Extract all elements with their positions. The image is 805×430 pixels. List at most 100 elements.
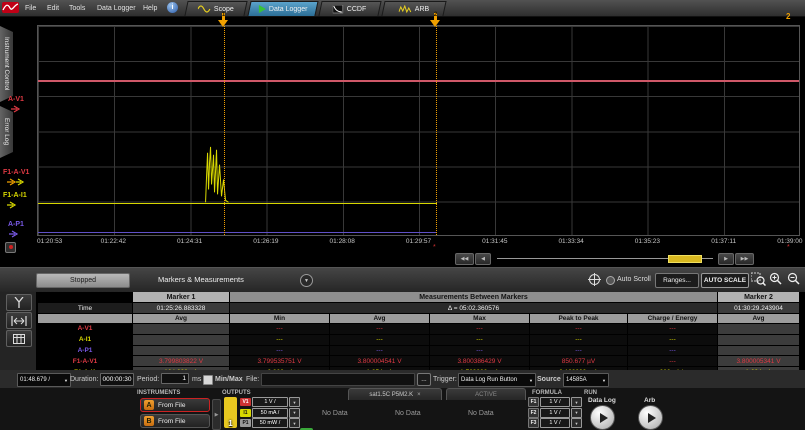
output1-bar[interactable]: 1 — [224, 397, 237, 428]
info-icon[interactable]: i — [167, 2, 178, 13]
run-section-label: RUN — [584, 390, 597, 396]
markers-tool-icon[interactable] — [6, 294, 32, 311]
menu-file[interactable]: File — [22, 0, 39, 16]
marker2-time: 01:30:29.243904 — [718, 303, 800, 313]
markers-delta: Δ = 05:02.360576 — [230, 303, 718, 313]
bottom-panel: INSTRUMENTS OUTPUTS sat1.5C P5M2.K× ACTI… — [0, 388, 805, 430]
tab-ccdf[interactable]: CCDF — [318, 1, 381, 16]
markers-dropdown-button[interactable]: ▼ — [300, 274, 313, 287]
scroll-thumb[interactable] — [668, 255, 702, 263]
period-field[interactable]: 1 — [161, 373, 189, 384]
x-axis: 01:20:53 01:22:42 01:24:31 01:26:19 01:2… — [37, 238, 800, 249]
f2-scale-field[interactable]: 1 V / — [540, 408, 570, 418]
trigger-dropdown[interactable]: Data Log Run Button▼ — [458, 373, 536, 387]
active-tab[interactable]: ACTIVE — [446, 388, 526, 400]
scroll-next-button[interactable]: ▶ — [718, 253, 734, 265]
tab-instrument-control[interactable]: Instrument Control — [0, 26, 13, 102]
i1-scale-field[interactable]: 50 mA / — [252, 408, 288, 418]
scroll-last-button[interactable]: ▶▶ — [735, 253, 754, 265]
app-window: File Edit Tools Data Logger Help i Scope… — [0, 0, 805, 430]
menu-tools[interactable]: Tools — [66, 0, 88, 16]
instrument-b-button[interactable]: B From File — [140, 414, 210, 428]
table-row: A-P1 --- --- --- --- --- — [38, 346, 800, 357]
arb-run-label: Arb — [644, 397, 655, 404]
period-label: Period: — [137, 373, 159, 385]
menu-edit[interactable]: Edit — [44, 0, 62, 16]
menu-help[interactable]: Help — [140, 0, 160, 16]
instrument-a-button[interactable]: A From File — [140, 398, 210, 412]
zoom-out-icon[interactable] — [787, 272, 801, 288]
formula1-row: F1 1 V / ▼ — [528, 397, 582, 407]
trigger-label: Trigger: — [433, 373, 457, 385]
menu-data-logger[interactable]: Data Logger — [94, 0, 139, 16]
file-field[interactable] — [261, 373, 415, 386]
trace-label-a-p1: A-P1 — [8, 221, 24, 228]
tab-data-logger[interactable]: Data Logger — [247, 1, 318, 16]
crosshair-icon[interactable] — [588, 273, 601, 288]
play-icon — [259, 5, 266, 13]
source-dropdown[interactable]: 14585A▼ — [563, 373, 609, 387]
auto-scroll-radio[interactable] — [606, 276, 615, 285]
chevron-down-icon[interactable]: ▼ — [571, 397, 582, 407]
chevron-down-icon[interactable]: ▼ — [289, 418, 300, 428]
app-logo-icon — [2, 2, 19, 13]
trace-arrow-icon — [8, 230, 20, 240]
arb-waveform-icon — [399, 5, 412, 14]
chevron-down-icon[interactable]: ▼ — [571, 408, 582, 418]
waveform-plot[interactable] — [37, 25, 800, 236]
table-row: F1-A-V1 3.799803822 V 3.799535751 V 3.80… — [38, 356, 800, 367]
zoom-in-icon[interactable] — [769, 272, 783, 288]
table-row: A-I1 --- --- --- --- --- — [38, 335, 800, 346]
marker1-handle[interactable]: 1 — [218, 12, 229, 27]
p1-scale-field[interactable]: 50 mW / — [252, 418, 288, 428]
ccdf-curve-icon — [333, 5, 344, 14]
measurements-table: Marker 1 Measurements Between Markers Ma… — [38, 292, 800, 378]
marker2-handle[interactable]: 2 — [430, 12, 441, 27]
data-log-play-button[interactable] — [590, 405, 615, 430]
f3-scale-field[interactable]: 1 V / — [540, 418, 570, 428]
f1-scale-field[interactable]: 1 V / — [540, 397, 570, 407]
zoom-region-icon[interactable] — [751, 272, 766, 288]
marker1-line[interactable] — [224, 26, 225, 235]
auto-scale-button[interactable]: AUTO SCALE — [701, 273, 749, 288]
table-view-icon[interactable] — [6, 330, 32, 347]
chevron-down-icon[interactable]: ▼ — [289, 397, 300, 407]
trace-label-f1-a-v1: F1-A-V1 — [3, 169, 29, 176]
axis-end-marker-icon: * — [787, 244, 790, 251]
table-columns-row: Avg Min Avg Max Peak to Peak Charge / En… — [38, 314, 800, 324]
marker2-line[interactable] — [436, 26, 437, 235]
range-dropdown[interactable]: 01:48.679 /▼ — [17, 373, 71, 387]
between-markers-header: Measurements Between Markers — [230, 292, 718, 302]
scroll-first-button[interactable]: ◀◀ — [455, 253, 474, 265]
auto-scroll-label: Auto Scroll — [617, 276, 651, 283]
file-tab[interactable]: sat1.5C P5M2.K× — [348, 388, 442, 400]
expand-handle[interactable]: ▶ — [212, 399, 221, 430]
close-icon[interactable]: × — [417, 392, 421, 398]
scroll-row: ◀◀ ◀ ▶ ▶▶ — [0, 252, 805, 266]
marker-pair-icon[interactable] — [6, 312, 32, 329]
tab-scope[interactable]: Scope — [184, 1, 247, 16]
ranges-button[interactable]: Ranges... — [655, 273, 699, 288]
minmax-checkbox[interactable] — [203, 375, 213, 385]
play-icon — [648, 413, 656, 423]
trace-arrow-icon — [6, 201, 18, 211]
v1-scale-field[interactable]: 1 V / — [252, 397, 288, 407]
period-unit-label: ms — [192, 373, 201, 385]
play-icon — [600, 413, 608, 423]
outputs-section-label: OUTPUTS — [222, 390, 251, 396]
arb-play-button[interactable] — [638, 405, 663, 430]
chevron-down-icon[interactable]: ▼ — [571, 418, 582, 428]
duration-label: Duration: — [70, 373, 98, 385]
formula2-row: F2 1 V / ▼ — [528, 408, 582, 418]
spike-trace — [38, 26, 799, 235]
table-tool-strip — [0, 292, 36, 370]
datalog-control-bar: 01:48.679 /▼ Duration: 000:00:30 Period:… — [0, 370, 805, 389]
output3-no-data: No Data — [395, 410, 421, 417]
stopped-button[interactable]: Stopped — [36, 273, 130, 288]
formula3-row: F3 1 V / ▼ — [528, 418, 582, 428]
minmax-label: Min/Max — [215, 373, 243, 385]
browse-button[interactable]: ... — [417, 373, 431, 386]
duration-field[interactable]: 000:00:30 — [100, 373, 134, 386]
chevron-down-icon[interactable]: ▼ — [289, 408, 300, 418]
scroll-prev-button[interactable]: ◀ — [475, 253, 491, 265]
